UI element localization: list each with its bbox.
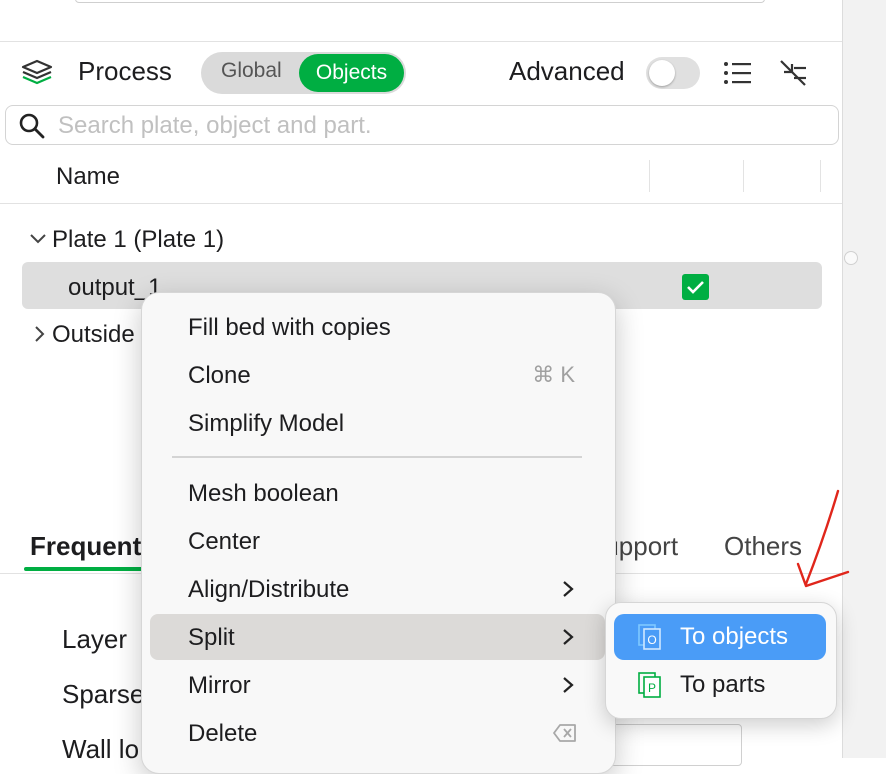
split-to-parts-icon: P [638, 672, 661, 698]
advanced-label: Advanced [509, 56, 625, 86]
visibility-checkbox[interactable] [682, 274, 709, 300]
list-icon[interactable] [722, 60, 752, 86]
mode-objects-button[interactable]: Objects [299, 54, 404, 92]
menu-item-mirror[interactable]: Mirror [150, 662, 605, 708]
chevron-right-icon[interactable] [31, 325, 49, 343]
menu-item-label: Center [188, 528, 261, 555]
submenu-item-to-parts[interactable]: P To parts [614, 662, 826, 708]
menu-item-shortcut: ⌘ K [532, 362, 575, 387]
checkmark-icon [687, 281, 704, 294]
param-sparse-label: Sparse [62, 679, 145, 709]
compare-icon[interactable] [778, 58, 810, 88]
menu-item-label: Split [188, 624, 235, 651]
top-input-field[interactable] [75, 0, 765, 3]
menu-item-label: Align/Distribute [188, 576, 350, 603]
menu-item-label: Fill bed with copies [188, 314, 391, 341]
tab-frequent[interactable]: Frequent [30, 531, 141, 562]
submenu-item-to-objects[interactable]: O To objects [614, 614, 826, 660]
divider [0, 41, 842, 42]
tab-active-indicator [24, 567, 144, 571]
param-layer-label: Layer [62, 624, 128, 654]
svg-text:P: P [648, 681, 656, 695]
submenu-item-label: To objects [680, 623, 789, 650]
menu-item-label: Mirror [188, 672, 251, 699]
param-wall-input[interactable] [610, 724, 742, 766]
submenu-item-label: To parts [680, 671, 766, 698]
column-separator[interactable] [743, 160, 744, 192]
layers-icon [21, 59, 53, 85]
menu-item-label: Delete [188, 720, 258, 747]
chevron-right-icon [563, 581, 574, 597]
param-wall-label: Wall lo [62, 734, 140, 764]
right-scrollbar-track[interactable] [842, 0, 886, 758]
chevron-right-icon [563, 677, 574, 693]
menu-item-split[interactable]: Split [150, 614, 605, 660]
column-separator[interactable] [820, 160, 821, 192]
menu-item-delete[interactable]: Delete [150, 710, 605, 756]
tree-item-outside[interactable]: Outside [52, 321, 135, 349]
search-icon [19, 113, 45, 139]
delete-key-icon [553, 724, 576, 742]
column-separator[interactable] [649, 160, 650, 192]
search-input[interactable] [58, 110, 818, 142]
tree-item-plate[interactable]: Plate 1 (Plate 1) [52, 226, 224, 254]
annotation-arrow-icon [796, 489, 850, 588]
process-title: Process [78, 56, 172, 86]
mode-global-button[interactable]: Global [221, 59, 282, 83]
svg-text:O: O [647, 633, 656, 647]
menu-item-fill-bed[interactable]: Fill bed with copies [150, 304, 605, 350]
split-to-objects-icon: O [638, 624, 661, 650]
menu-separator [172, 456, 582, 458]
menu-item-align-distribute[interactable]: Align/Distribute [150, 566, 605, 612]
menu-item-clone[interactable]: Clone ⌘ K [150, 352, 605, 398]
menu-item-mesh-boolean[interactable]: Mesh boolean [150, 470, 605, 516]
menu-item-center[interactable]: Center [150, 518, 605, 564]
menu-item-label: Simplify Model [188, 410, 345, 437]
divider [0, 203, 842, 204]
column-header-name[interactable]: Name [56, 163, 120, 191]
menu-item-label: Clone [188, 362, 251, 389]
chevron-down-icon[interactable] [29, 230, 47, 248]
chevron-right-icon [563, 629, 574, 645]
menu-item-label: Mesh boolean [188, 480, 339, 507]
advanced-toggle-knob [649, 60, 675, 86]
scroll-handle[interactable] [844, 251, 858, 265]
menu-item-simplify[interactable]: Simplify Model [150, 400, 605, 446]
